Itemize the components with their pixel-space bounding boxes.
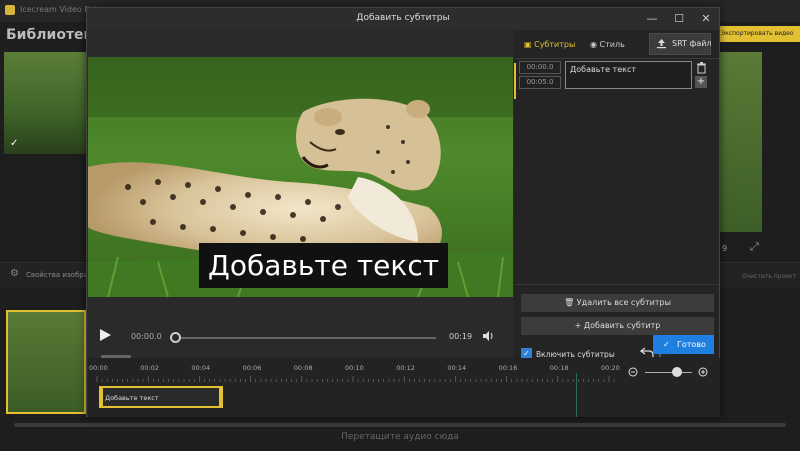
timeline-tick-label: 00:08 bbox=[293, 364, 313, 372]
selected-entry-marker bbox=[514, 63, 516, 99]
dialog-title: Добавить субтитры bbox=[356, 13, 450, 23]
tab-subtitles[interactable]: ▣ Субтитры bbox=[524, 40, 575, 49]
subtitles-icon: ▣ bbox=[524, 40, 532, 49]
timeline-tick-label: 00:16 bbox=[498, 364, 518, 372]
audio-drop-hint: Перетащите аудио сюда bbox=[341, 432, 459, 442]
fullscreen-icon[interactable]: ⤢ bbox=[750, 240, 759, 254]
subtitle-end-time[interactable]: 00:05.0 bbox=[519, 76, 561, 89]
minimize-icon[interactable]: — bbox=[643, 11, 661, 27]
timeline-tick-label: 00:02 bbox=[140, 364, 159, 372]
zoom-slider[interactable] bbox=[645, 372, 692, 373]
done-label: Готово bbox=[677, 340, 706, 349]
subtitle-clip[interactable]: Добавьте текст bbox=[99, 386, 223, 408]
subtitle-text-input[interactable]: Добавьте текст bbox=[565, 61, 692, 89]
plus-icon: + bbox=[574, 321, 584, 330]
timeline-tick-label: 00:10 bbox=[345, 364, 364, 372]
subtitle-clip-label: Добавьте текст bbox=[105, 394, 159, 402]
preview-count: 9 bbox=[722, 244, 728, 253]
done-button[interactable]: ✓ Готово bbox=[653, 335, 714, 354]
timeline-tick-label: 00:12 bbox=[396, 364, 415, 372]
tab-style-label: Стиль bbox=[599, 40, 625, 49]
video-preview: Добавьте текст bbox=[88, 57, 513, 297]
tab-divider bbox=[514, 58, 719, 59]
tab-subtitles-label: Субтитры bbox=[534, 40, 576, 49]
zoom-slider-knob[interactable] bbox=[672, 367, 682, 377]
subtitle-start-time[interactable]: 00:00.0 bbox=[519, 61, 561, 74]
undo-icon[interactable] bbox=[640, 346, 654, 358]
play-icon[interactable] bbox=[98, 328, 112, 342]
close-icon[interactable]: ✕ bbox=[697, 11, 715, 27]
timeline-ticks bbox=[96, 376, 615, 382]
srt-button-label: SRT файл bbox=[672, 39, 712, 48]
palette-icon: ◉ bbox=[590, 40, 597, 49]
export-video-button[interactable]: Экспортировать видео bbox=[719, 26, 800, 42]
check-icon: ✓ bbox=[10, 138, 19, 149]
timeline-tick-label: 00:14 bbox=[447, 364, 467, 372]
timeline-tick-label: 00:00 bbox=[89, 364, 108, 372]
upload-icon bbox=[657, 39, 666, 49]
subtitles-panel: ▣ Субтитры ◉ Стиль SRT файл 00:00.0 00:0… bbox=[514, 30, 719, 359]
background-scrollbar[interactable] bbox=[14, 423, 786, 427]
add-subtitle-label: Добавить субтитр bbox=[583, 321, 661, 330]
clip-trim-handle-right[interactable] bbox=[219, 386, 223, 408]
timeline-tick-label: 00:20 bbox=[601, 364, 620, 372]
delete-all-label: Удалить все субтитры bbox=[576, 298, 671, 307]
volume-icon[interactable] bbox=[482, 330, 494, 342]
app-logo-icon bbox=[5, 5, 15, 15]
dialog-titlebar: Добавить субтитры — ☐ ✕ bbox=[87, 8, 719, 30]
total-time: 00:19 bbox=[449, 332, 473, 341]
player-controls: 00:00.0 00:19 bbox=[88, 316, 513, 356]
check-icon: ✓ bbox=[663, 340, 670, 349]
timeline-tick-label: 00:04 bbox=[191, 364, 211, 372]
trash-icon[interactable] bbox=[696, 62, 707, 74]
add-subtitle-button[interactable]: + Добавить субтитр bbox=[521, 317, 714, 335]
subtitle-overlay[interactable]: Добавьте текст bbox=[199, 243, 449, 288]
add-entry-icon[interactable]: + bbox=[695, 76, 707, 88]
srt-file-button[interactable]: SRT файл bbox=[649, 33, 712, 55]
add-subtitles-dialog: Добавить субтитры — ☐ ✕ Добавьте текст 0… bbox=[86, 7, 720, 417]
tab-style[interactable]: ◉ Стиль bbox=[590, 40, 625, 49]
timeline-tick-label: 00:06 bbox=[242, 364, 262, 372]
maximize-icon[interactable]: ☐ bbox=[670, 11, 688, 27]
zoom-in-icon[interactable] bbox=[698, 367, 708, 377]
current-time: 00:00.0 bbox=[131, 332, 162, 341]
timeline-video-clip[interactable] bbox=[6, 310, 86, 414]
timeline-tick-label: 00:18 bbox=[549, 364, 569, 372]
seek-knob[interactable] bbox=[170, 332, 181, 343]
playhead[interactable] bbox=[576, 373, 577, 417]
delete-all-subtitles-button[interactable]: 🗑 Удалить все субтитры bbox=[521, 294, 714, 312]
background-preview bbox=[720, 52, 762, 232]
trash-icon: 🗑 bbox=[564, 298, 577, 307]
clip-trim-handle-left[interactable] bbox=[99, 386, 103, 408]
subtitle-timeline: 00:00 00:02 00:04 00:06 00:08 00:10 00:12 00:14… bbox=[88, 358, 720, 417]
panel-divider bbox=[514, 284, 719, 285]
seek-bar[interactable] bbox=[174, 337, 436, 339]
zoom-out-icon[interactable] bbox=[628, 367, 638, 377]
gear-icon[interactable]: ⚙ bbox=[10, 268, 19, 279]
clear-project-link[interactable]: Очистить проект bbox=[742, 273, 796, 280]
image-properties-label[interactable]: Свойства изображ bbox=[26, 271, 94, 279]
